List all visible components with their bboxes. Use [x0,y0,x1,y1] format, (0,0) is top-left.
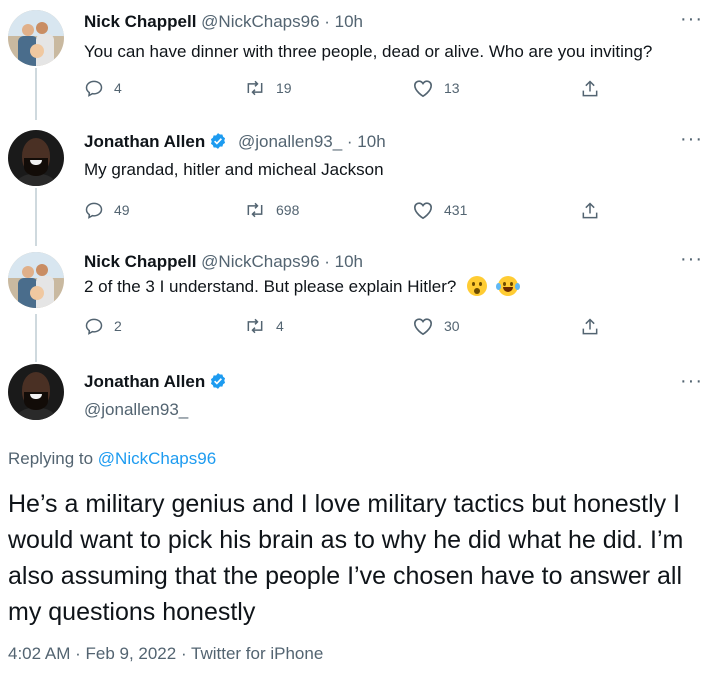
tweet-header: Jonathan Allen [84,372,233,392]
replying-prefix: Replying to [8,449,94,468]
more-options-icon[interactable]: ··· [680,248,703,271]
avatar[interactable] [8,364,64,420]
share-icon [582,202,598,219]
retweet-button[interactable]: 19 [244,78,292,98]
user-handle[interactable]: @NickChaps96 [201,12,319,31]
tweet-actions: 2 4 30 [84,316,624,340]
display-name[interactable]: Jonathan Allen [84,372,205,391]
user-handle[interactable]: @jonallen93_ [84,400,188,420]
reply-icon [85,318,103,335]
share-button[interactable] [580,316,610,338]
tweet-time[interactable]: · 10h [347,132,386,151]
display-name[interactable]: Nick Chappell [84,252,196,271]
reply-count: 49 [114,202,130,218]
replying-to: Replying to @NickChaps96 [8,449,216,469]
tweet[interactable]: Jonathan Allen @jonallen93_ · 10h ··· My… [0,120,720,240]
tweet-time[interactable]: · 10h [324,12,363,31]
retweet-icon [247,202,263,218]
tweet-text: 2 of the 3 I understand. But please expl… [84,277,457,296]
avatar[interactable] [8,10,64,66]
face-with-tears-of-joy-emoji [495,276,520,296]
reply-button[interactable]: 2 [84,316,122,336]
reply-button[interactable]: 4 [84,78,122,98]
like-count: 13 [444,80,460,96]
tweet-text: My grandad, hitler and micheal Jackson [84,160,384,179]
tweet-actions: 4 19 13 [84,78,624,102]
display-name[interactable]: Jonathan Allen [84,132,205,151]
like-button[interactable]: 431 [412,200,467,220]
retweet-icon [247,318,263,334]
tweet[interactable]: Nick Chappell @NickChaps96 · 10h ··· You… [0,0,720,120]
display-name[interactable]: Nick Chappell [84,12,196,31]
share-button[interactable] [580,200,610,222]
reply-icon [85,80,103,97]
retweet-button[interactable]: 698 [244,200,299,220]
retweet-count: 698 [276,202,300,218]
main-tweet-text: He’s a military genius and I love milita… [8,490,684,626]
verified-badge-icon [211,373,226,389]
like-count: 30 [444,318,460,334]
reply-button[interactable]: 49 [84,200,130,220]
tweet-timestamp[interactable]: 4:02 AM · Feb 9, 2022 · Twitter for iPho… [8,644,323,664]
reply-count: 4 [114,80,122,96]
retweet-button[interactable]: 4 [244,316,284,336]
tweet-text-line: 2 of the 3 I understand. But please expl… [84,276,520,297]
share-icon [582,318,598,335]
more-options-icon[interactable]: ··· [680,370,703,393]
avatar[interactable] [8,130,64,186]
like-button[interactable]: 30 [412,316,460,336]
reply-icon [85,202,103,219]
user-handle[interactable]: @jonallen93_ [238,132,342,151]
like-button[interactable]: 13 [412,78,460,98]
share-button[interactable] [580,78,610,100]
like-icon [413,80,433,98]
tweet-header: Nick Chappell @NickChaps96 · 10h [84,12,363,32]
tweet[interactable]: Nick Chappell @NickChaps96 · 10h ··· 2 o… [0,240,720,360]
share-icon [582,80,598,97]
retweet-icon [247,80,263,96]
more-options-icon[interactable]: ··· [680,128,703,151]
verified-badge-icon [211,133,226,149]
tweet-header: Nick Chappell @NickChaps96 · 10h [84,252,363,272]
retweet-count: 4 [276,318,284,334]
like-count: 431 [444,202,468,218]
user-handle[interactable]: @NickChaps96 [201,252,319,271]
avatar[interactable] [8,252,64,308]
astonished-face-emoji [467,276,488,296]
like-icon [413,318,433,336]
reply-count: 2 [114,318,122,334]
more-options-icon[interactable]: ··· [680,8,703,31]
tweet-text: You can have dinner with three people, d… [84,42,653,61]
tweet-time[interactable]: · 10h [324,252,363,271]
tweet-header: Jonathan Allen @jonallen93_ · 10h [84,132,386,152]
replying-to-link[interactable]: @NickChaps96 [98,449,216,468]
like-icon [413,202,433,220]
retweet-count: 19 [276,80,292,96]
tweet-actions: 49 698 431 [84,200,624,224]
